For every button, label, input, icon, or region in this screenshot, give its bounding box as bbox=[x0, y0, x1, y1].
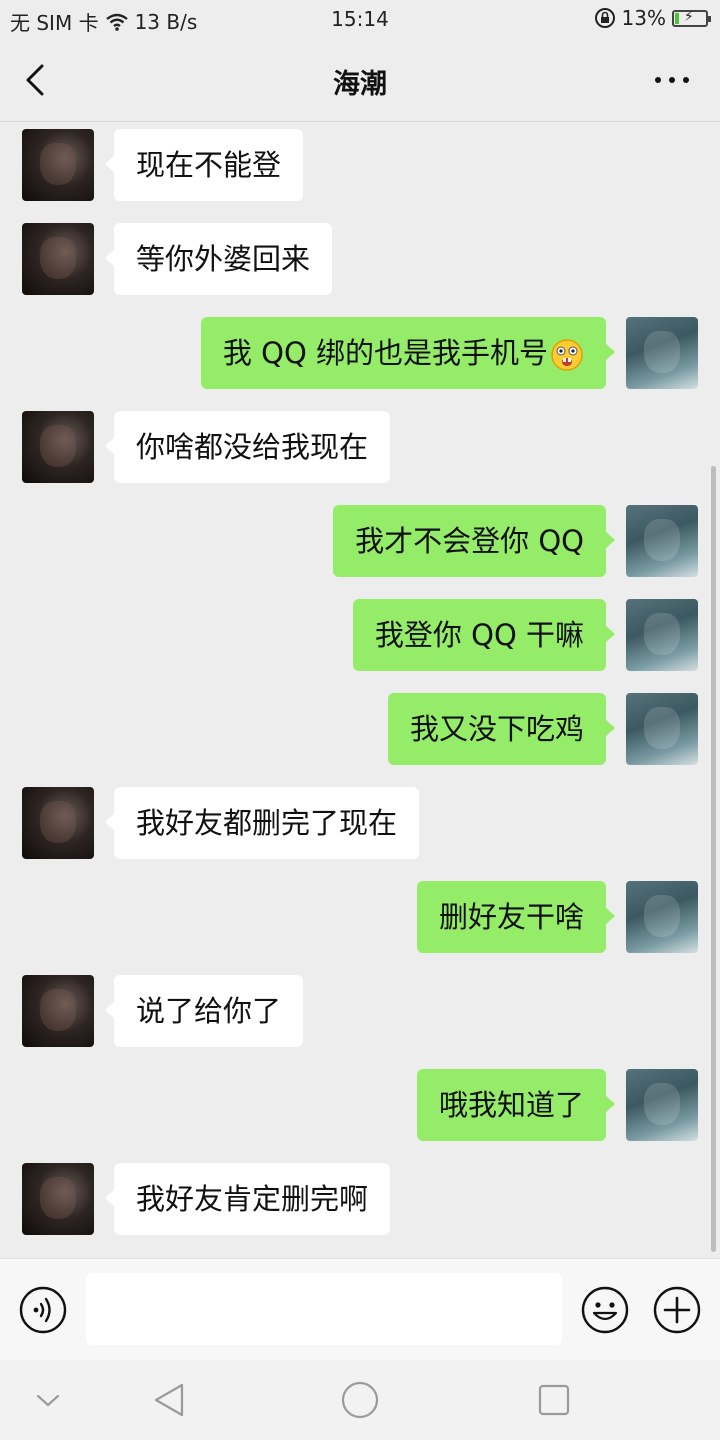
contact-avatar[interactable] bbox=[22, 411, 94, 483]
charging-icon: ⚡ bbox=[684, 8, 694, 25]
sent-bubble[interactable]: 删好友干啥 bbox=[416, 881, 616, 953]
my-avatar[interactable] bbox=[626, 505, 698, 577]
chevron-down-icon[interactable] bbox=[28, 1380, 68, 1420]
chat-header: 海潮 bbox=[0, 38, 720, 122]
input-bar bbox=[0, 1258, 720, 1360]
message-row: 我才不会登你 QQ bbox=[0, 505, 720, 577]
contact-avatar[interactable] bbox=[22, 1163, 94, 1235]
home-circle-icon[interactable] bbox=[340, 1380, 380, 1420]
sent-bubble[interactable]: 哦我知道了 bbox=[416, 1069, 616, 1141]
received-bubble[interactable]: 现在不能登 bbox=[104, 129, 304, 201]
shocked-face-emoji bbox=[551, 339, 583, 371]
battery-level bbox=[675, 12, 679, 24]
rotation-lock-icon bbox=[594, 8, 615, 28]
my-avatar[interactable] bbox=[626, 599, 698, 671]
contact-avatar[interactable] bbox=[22, 975, 94, 1047]
message-row: 我好友肯定删完啊 bbox=[0, 1163, 720, 1235]
contact-avatar[interactable] bbox=[22, 129, 94, 201]
chat-title: 海潮 bbox=[333, 69, 387, 100]
my-avatar[interactable] bbox=[626, 1069, 698, 1141]
more-dots-icon[interactable] bbox=[650, 60, 694, 100]
message-row: 我好友都删完了现在 bbox=[0, 787, 720, 859]
plus-icon[interactable] bbox=[652, 1285, 702, 1335]
received-bubble[interactable]: 说了给你了 bbox=[104, 975, 304, 1047]
message-row: 说了给你了 bbox=[0, 975, 720, 1047]
system-nav-bar bbox=[0, 1360, 720, 1440]
status-bar: 无 SIM 卡 13 B/s 15:14 13% ⚡ bbox=[0, 0, 720, 38]
battery-icon: ⚡ bbox=[672, 8, 711, 27]
message-row: 我登你 QQ 干嘛 bbox=[0, 599, 720, 671]
recents-square-icon[interactable] bbox=[534, 1380, 574, 1420]
message-row: 等你外婆回来 bbox=[0, 223, 720, 295]
message-row: 哦我知道了 bbox=[0, 1069, 720, 1141]
status-right: 13% ⚡ bbox=[594, 6, 711, 30]
emoji-icon[interactable] bbox=[580, 1285, 630, 1335]
sent-bubble[interactable]: 我又没下吃鸡 bbox=[387, 693, 616, 765]
my-avatar[interactable] bbox=[626, 693, 698, 765]
back-triangle-icon[interactable] bbox=[150, 1380, 190, 1420]
contact-avatar[interactable] bbox=[22, 787, 94, 859]
message-row: 现在不能登 bbox=[0, 129, 720, 201]
message-row: 你啥都没给我现在 bbox=[0, 411, 720, 483]
message-input[interactable] bbox=[86, 1273, 562, 1345]
message-text: 我 QQ 绑的也是我手机号 bbox=[222, 336, 548, 370]
my-avatar[interactable] bbox=[626, 881, 698, 953]
sent-bubble[interactable]: 我才不会登你 QQ bbox=[333, 505, 615, 577]
message-row: 我又没下吃鸡 bbox=[0, 693, 720, 765]
sent-bubble[interactable]: 我登你 QQ 干嘛 bbox=[352, 599, 616, 671]
voice-icon[interactable] bbox=[18, 1285, 68, 1335]
my-avatar[interactable] bbox=[626, 317, 698, 389]
received-bubble[interactable]: 我好友都删完了现在 bbox=[104, 787, 420, 859]
chat-scrollbar[interactable] bbox=[711, 466, 716, 1252]
received-bubble[interactable]: 你啥都没给我现在 bbox=[104, 411, 391, 483]
contact-avatar[interactable] bbox=[22, 223, 94, 295]
sent-bubble[interactable]: 我 QQ 绑的也是我手机号 bbox=[200, 317, 616, 389]
message-row: 删好友干啥 bbox=[0, 881, 720, 953]
battery-percent: 13% bbox=[621, 6, 666, 30]
message-row: 我 QQ 绑的也是我手机号 bbox=[0, 317, 720, 389]
received-bubble[interactable]: 我好友肯定删完啊 bbox=[104, 1163, 391, 1235]
received-bubble[interactable]: 等你外婆回来 bbox=[104, 223, 333, 295]
